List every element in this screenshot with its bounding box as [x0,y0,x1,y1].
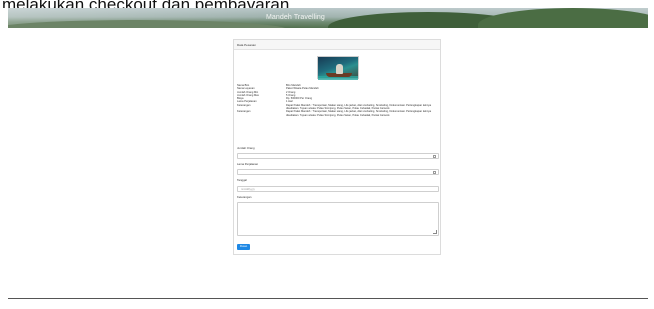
booking-form: Jumlah Orang Lama Perjalanan Tanggal mm/… [237,143,439,250]
detail-key: Keterangan [237,110,251,114]
pesan-button[interactable]: Pesan [237,243,250,250]
order-details: Nama Biro Biro Mandeh Nama Layanan Paket… [237,84,439,117]
top-caption: melakukan checkout dan pembayaran. [0,0,654,8]
detail-value: Dapat Paket Mandeh : Transportasi, Makan… [286,110,432,117]
jumlah-orang-label: Jumlah Orang [237,146,255,150]
spinner-icon[interactable] [433,155,436,159]
package-photo [317,56,359,80]
jumlah-orang-input[interactable] [237,153,439,160]
tanggal-input[interactable]: mm/dd/yyyy [237,185,439,192]
spinner-icon[interactable] [433,171,436,175]
card-header: Data Pesanan [234,40,440,50]
resize-grip-icon[interactable] [433,229,437,234]
tanggal-label: Tanggal [237,178,247,183]
hero-banner: Mandeh Travelling [8,8,648,28]
keterangan-textarea[interactable] [237,201,439,236]
lama-perjalanan-label: Lama Perjalanan [237,162,259,167]
keterangan-label: Keterangan [237,194,252,199]
order-card: Data Pesanan Nama Biro Biro Mandeh Nama … [233,39,441,255]
site-title: Mandeh Travelling [266,14,325,21]
lama-perjalanan-input[interactable] [237,169,439,176]
footer-divider [8,298,648,299]
photo-person [336,64,343,74]
detail-row: Keterangan Dapat Paket Mandeh : Transpor… [237,110,439,117]
